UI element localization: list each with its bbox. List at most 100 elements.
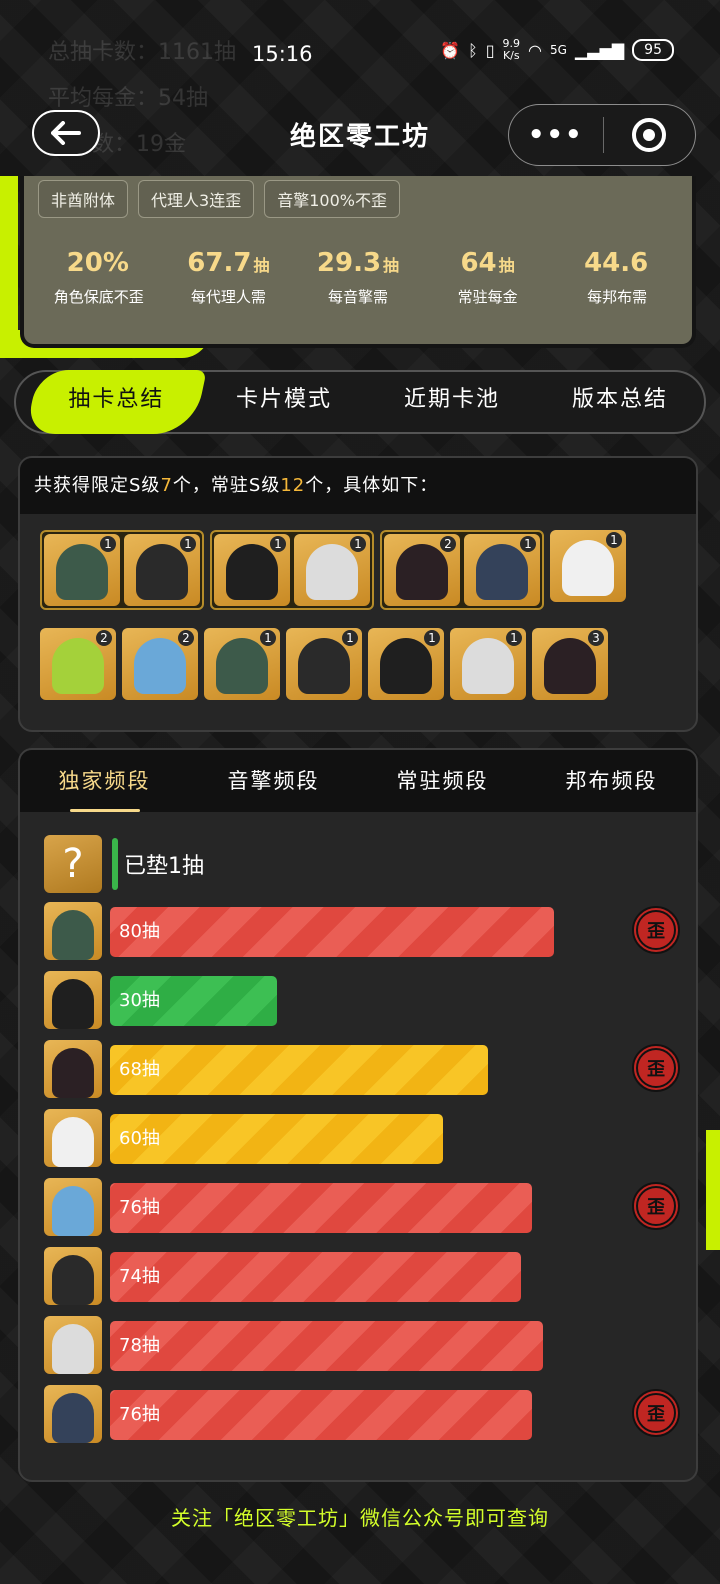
lost-5050-label: 歪 [636, 1186, 676, 1226]
collection-text: 共获得限定S级 [34, 475, 161, 496]
portrait-image [226, 544, 278, 600]
bluetooth-icon: ᛒ [468, 40, 478, 60]
character-avatar[interactable]: 1 [214, 534, 290, 606]
limited-pair-group: 11 [40, 530, 204, 610]
character-avatar[interactable]: 2 [122, 628, 198, 700]
item-count-badge: 1 [350, 536, 366, 552]
main-tab-bar: 抽卡总结 卡片模式 近期卡池 版本总结 [14, 370, 706, 434]
character-avatar[interactable]: 1 [204, 628, 280, 700]
pull-record-row: 74抽 [44, 1247, 684, 1307]
limited-count: 7 [160, 475, 173, 496]
signal-5g: 5G [550, 43, 567, 57]
limited-pair-group: 11 [210, 530, 374, 610]
pull-count-bar: 74抽 [110, 1252, 521, 1302]
character-avatar[interactable]: 2 [40, 628, 116, 700]
stat-item: 67.7 抽 每代理人需 [164, 248, 294, 307]
battery-indicator: 95 [632, 39, 674, 61]
character-avatar[interactable]: 1 [44, 534, 120, 606]
portrait-image [136, 544, 188, 600]
bangboo-icon[interactable]: 1 [450, 628, 526, 700]
pull-record-row: 30抽 [44, 971, 684, 1031]
vibrate-icon: ▯ [485, 40, 495, 60]
portrait-image [56, 544, 108, 600]
stat-label: 每邦布需 [587, 288, 648, 306]
more-button[interactable]: ••• [509, 120, 603, 150]
unknown-icon: ? [44, 835, 102, 893]
portrait-image [298, 638, 350, 694]
character-avatar [44, 971, 102, 1029]
bangboo-icon[interactable]: 1 [368, 628, 444, 700]
character-avatar [44, 902, 102, 960]
wengine-icon[interactable]: 1 [464, 534, 540, 606]
wengine-icon[interactable]: 1 [124, 534, 200, 606]
pity-label: 已垫1抽 [124, 854, 204, 879]
character-avatar[interactable]: 2 [384, 534, 460, 606]
wifi-icon: ◠ [528, 40, 543, 60]
lost-5050-label: 歪 [636, 1393, 676, 1433]
tab-version-summary[interactable]: 版本总结 [536, 370, 704, 434]
stat-item: 64 抽 常驻每金 [423, 248, 553, 307]
pull-count-bar: 78抽 [110, 1321, 543, 1371]
portrait-image [52, 1048, 94, 1098]
character-avatar [44, 1178, 102, 1236]
tab-standard-channel[interactable]: 常驻频段 [358, 750, 527, 812]
pull-count-bar: 68抽 [110, 1045, 488, 1095]
portrait-image [52, 1324, 94, 1374]
tab-bangboo-channel[interactable]: 邦布频段 [527, 750, 696, 812]
tab-pull-summary[interactable]: 抽卡总结 [25, 370, 207, 434]
portrait-image [396, 544, 448, 600]
portrait-image [462, 638, 514, 694]
collection-text: 个，常驻S级 [172, 475, 281, 496]
item-count-badge: 1 [606, 532, 622, 548]
wengine-icon[interactable]: 1 [550, 530, 626, 602]
tag: 音擎100%不歪 [264, 180, 400, 218]
stat-item: 20% 角色保底不歪 [34, 248, 164, 307]
pull-record-row: 76抽 歪 [44, 1178, 684, 1238]
tab-wengine-channel[interactable]: 音擎频段 [189, 750, 358, 812]
portrait-image [52, 1186, 94, 1236]
pull-record-row: 80抽 歪 [44, 902, 684, 962]
portrait-image [306, 544, 358, 600]
current-pity-row: ? 已垫1抽 [44, 834, 204, 894]
bangboo-icon[interactable]: 3 [532, 628, 608, 700]
collection-card: 共获得限定S级7个，常驻S级12个，具体如下： 1111211 2211113 [18, 456, 698, 732]
tag: 非酋附体 [38, 180, 129, 218]
collection-summary: 共获得限定S级7个，常驻S级12个，具体如下： [20, 458, 696, 514]
stat-label: 角色保底不歪 [53, 288, 144, 306]
close-mini-program-button[interactable] [604, 118, 696, 152]
lost-5050-badge: 歪 [632, 1044, 680, 1092]
status-icons: ⏰ ᛒ ▯ 9.9 K/s ◠ 5G ▁▃▅▇ 95 [440, 38, 674, 62]
pull-count-bar: 76抽 [110, 1390, 532, 1440]
collection-row: 2 2 1 1 1 1 3 [40, 628, 608, 700]
portrait-image [476, 544, 528, 600]
item-count-badge: 1 [506, 630, 522, 646]
pull-record-row: 78抽 [44, 1316, 684, 1376]
wengine-icon[interactable]: 1 [294, 534, 370, 606]
lost-5050-badge: 歪 [632, 1182, 680, 1230]
tab-card-mode[interactable]: 卡片模式 [200, 370, 368, 434]
signal-bars-icon: ▁▃▅▇ [574, 40, 625, 60]
portrait-image [544, 638, 596, 694]
tag-list: 非酋附体 代理人3连歪 音擎100%不歪 [38, 180, 400, 218]
item-count-badge: 1 [270, 536, 286, 552]
bangboo-icon[interactable]: 1 [286, 628, 362, 700]
mini-program-capsule: ••• [508, 104, 696, 166]
item-count-badge: 2 [178, 630, 194, 646]
stat-item: 29.3 抽 每音擎需 [293, 248, 423, 307]
stat-value: 44.6 [584, 248, 649, 278]
limited-pair-group: 21 [380, 530, 544, 610]
item-count-badge: 2 [440, 536, 456, 552]
network-speed: 9.9 K/s [503, 38, 521, 62]
character-avatar [44, 1040, 102, 1098]
item-count-badge: 3 [588, 630, 604, 646]
character-avatar [44, 1316, 102, 1374]
character-avatar [44, 1385, 102, 1443]
footer-note: 关注「绝区零工坊」微信公众号即可查询 [171, 1506, 549, 1530]
tab-exclusive-channel[interactable]: 独家频段 [20, 750, 189, 812]
collection-row: 1111211 [40, 530, 626, 610]
target-icon [632, 118, 667, 152]
item-count-badge: 1 [180, 536, 196, 552]
item-count-badge: 1 [342, 630, 358, 646]
tab-recent-banners[interactable]: 近期卡池 [368, 370, 536, 434]
clock: 15:16 [252, 42, 313, 66]
